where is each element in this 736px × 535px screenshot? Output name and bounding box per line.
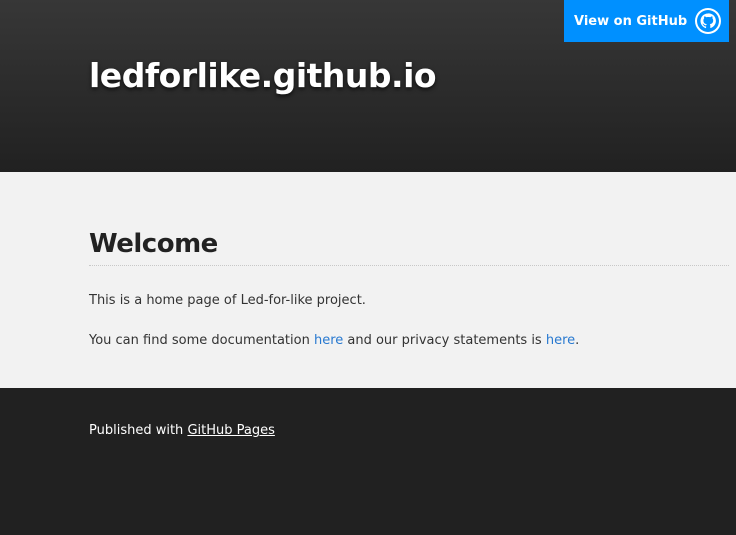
docs-prefix: You can find some documentation — [89, 333, 314, 348]
footer-prefix: Published with — [89, 423, 188, 438]
docs-middle: and our privacy statements is — [343, 333, 546, 348]
privacy-link[interactable]: here — [546, 333, 575, 348]
docs-paragraph: You can find some documentation here and… — [89, 333, 579, 348]
main-content: Welcome This is a home page of Led-for-l… — [0, 172, 736, 388]
github-icon — [695, 8, 721, 34]
documentation-link[interactable]: here — [314, 333, 343, 348]
view-on-github-label: View on GitHub — [574, 13, 688, 29]
page-heading: Welcome — [89, 229, 729, 266]
view-on-github-button[interactable]: View on GitHub — [564, 0, 729, 42]
github-pages-link[interactable]: GitHub Pages — [187, 423, 274, 438]
footer: Published with GitHub Pages — [89, 423, 275, 438]
site-title: ledforlike.github.io — [89, 56, 437, 95]
intro-text: This is a home page of Led-for-like proj… — [89, 293, 366, 308]
site-header: ledforlike.github.io View on GitHub — [0, 0, 736, 172]
docs-suffix: . — [575, 333, 580, 348]
